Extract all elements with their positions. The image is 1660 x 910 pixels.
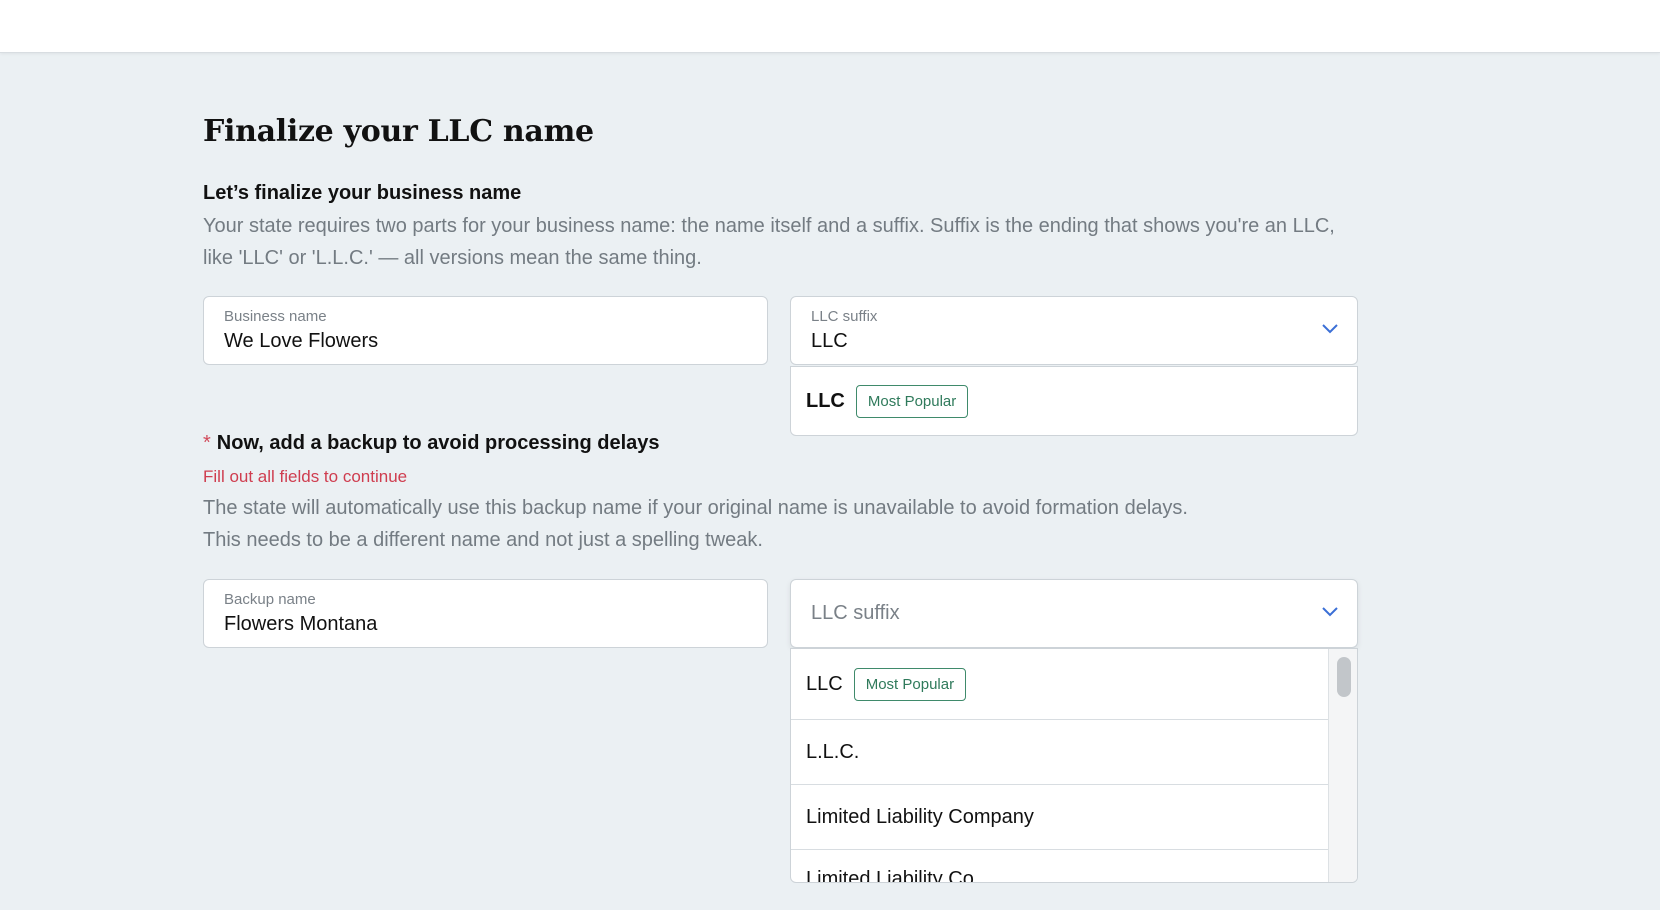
business-suffix-dropdown: LLC Most Popular [790,366,1358,436]
business-name-value[interactable]: We Love Flowers [224,330,378,353]
suffix-option-limited-liability-co[interactable]: Limited Liability Co. [791,850,1331,883]
chevron-down-icon[interactable] [1321,323,1339,335]
suffix-option-llc[interactable]: LLC Most Popular [791,649,1331,720]
backup-name-label: Backup name [224,591,316,608]
suffix-option-label: Limited Liability Company [806,805,1034,828]
business-name-heading: Let’s finalize your business name [203,182,522,204]
backup-description-line-2: This needs to be a different name and no… [203,529,763,551]
business-suffix-select[interactable]: LLC suffix LLC [790,296,1358,365]
suffix-option-label: LLC [806,672,843,695]
backup-suffix-option-list: LLC Most Popular L.L.C. Limited Liabilit… [791,649,1331,883]
backup-heading-text: Now, add a backup to avoid processing de… [216,432,660,454]
backup-suffix-placeholder: LLC suffix [811,602,900,624]
most-popular-badge: Most Popular [855,384,969,418]
business-name-description: Your state requires two parts for your b… [203,215,1335,269]
backup-name-heading: * Now, add a backup to avoid processing d… [203,432,660,455]
backup-name-value[interactable]: Flowers Montana [224,613,377,636]
business-name-label: Business name [224,308,327,325]
dropdown-scrollbar[interactable] [1328,649,1357,882]
business-suffix-value: LLC [811,330,848,352]
suffix-option-label: LLC [806,389,845,412]
business-name-field[interactable]: Business name We Love Flowers [203,296,768,365]
suffix-option-label: L.L.C. [806,740,860,763]
suffix-option-llc[interactable]: LLC Most Popular [791,367,1357,435]
backup-name-field[interactable]: Backup name Flowers Montana [203,579,768,648]
validation-error: Fill out all fields to continue [203,467,408,486]
scrollbar-thumb[interactable] [1337,657,1351,697]
required-marker: * [203,432,211,454]
backup-suffix-dropdown: LLC Most Popular L.L.C. Limited Liabilit… [790,648,1358,883]
backup-description-line-1: The state will automatically use this ba… [203,497,1188,519]
suffix-option-limited-liability-company[interactable]: Limited Liability Company [791,785,1331,850]
most-popular-badge: Most Popular [853,667,967,701]
page-title: Finalize your LLC name [203,114,594,149]
top-navigation-bar [0,0,1660,53]
backup-suffix-select[interactable]: LLC suffix [790,579,1358,648]
chevron-down-icon[interactable] [1321,606,1339,618]
business-suffix-label: LLC suffix [811,308,878,325]
suffix-option-label: Limited Liability Co. [806,868,980,883]
suffix-option-l-l-c[interactable]: L.L.C. [791,720,1331,785]
